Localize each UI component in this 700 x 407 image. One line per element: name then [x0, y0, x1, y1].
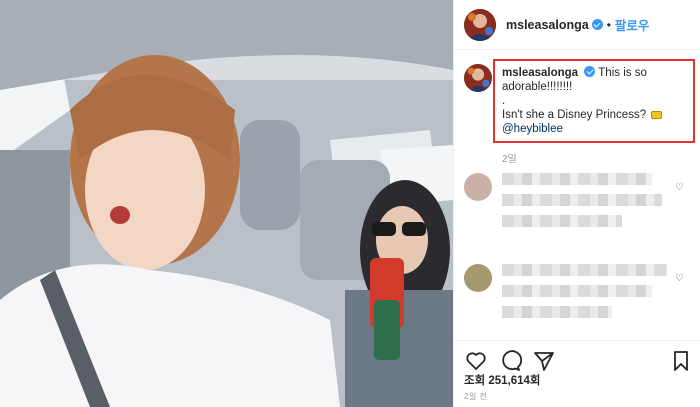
bookmark-icon[interactable] — [669, 349, 693, 373]
post-sidebar: msleasalonga • 팔로우 msleasalonga This is … — [453, 0, 700, 407]
caption-line-2: . — [502, 95, 506, 107]
blurred-avatar — [464, 173, 492, 201]
video-player[interactable] — [0, 0, 453, 407]
caption-avatar[interactable] — [464, 64, 492, 92]
post-caption: msleasalonga This is so adorable!!!!!!!!… — [464, 64, 696, 136]
post-header: msleasalonga • 팔로우 — [454, 0, 700, 50]
posted-time[interactable]: 2일 전 — [464, 391, 487, 402]
view-count[interactable]: 조회 251,614회 — [464, 372, 541, 388]
caption-line-3: Isn't she a Disney Princess? — [502, 109, 647, 121]
comment-icon[interactable] — [498, 349, 522, 373]
caption-verified-icon — [584, 66, 596, 77]
share-icon[interactable] — [532, 349, 556, 373]
separator-dot: • — [606, 17, 611, 32]
blurred-comment-text — [502, 264, 667, 327]
heart-icon[interactable] — [464, 349, 488, 373]
action-bar — [454, 340, 700, 374]
caption-username[interactable]: msleasalonga — [502, 67, 578, 79]
blurred-comment-text — [502, 173, 662, 236]
comment-item — [464, 264, 667, 327]
mention-link[interactable]: @heybiblee — [502, 122, 696, 136]
video-frame — [0, 0, 453, 407]
comment-like-icon[interactable]: ♡ — [675, 182, 684, 193]
comment-like-icon[interactable]: ♡ — [675, 273, 684, 284]
follow-button[interactable]: 팔로우 — [615, 15, 650, 34]
comment-item — [464, 173, 662, 236]
verified-badge-icon — [591, 19, 603, 30]
author-avatar[interactable] — [464, 8, 496, 41]
author-username[interactable]: msleasalonga — [506, 18, 589, 32]
caption-text: msleasalonga This is so adorable!!!!!!!!… — [502, 66, 696, 136]
caption-time: 2일 — [502, 154, 517, 165]
blurred-avatar — [464, 264, 492, 292]
crown-emoji-icon — [651, 111, 663, 119]
